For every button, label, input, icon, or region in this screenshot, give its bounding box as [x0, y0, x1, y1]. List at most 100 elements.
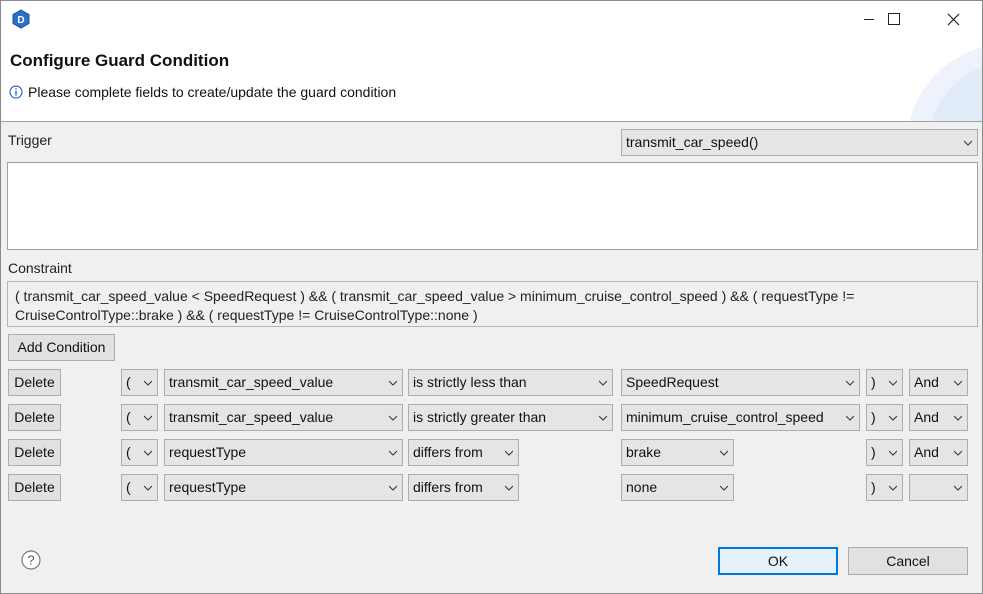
chevron-down-icon	[144, 380, 152, 386]
title-bar: D	[1, 1, 982, 37]
add-condition-button[interactable]: Add Condition	[8, 334, 115, 361]
trigger-text-area[interactable]	[7, 162, 978, 250]
chevron-down-icon	[846, 380, 854, 386]
delete-condition-button-value: Delete	[14, 409, 55, 425]
operator-select[interactable]: differs from	[408, 474, 519, 501]
operator-select[interactable]: differs from	[408, 439, 519, 466]
operator-select-value: is strictly less than	[413, 374, 527, 390]
delete-condition-button-value: Delete	[14, 374, 55, 390]
logic-select-value: And	[914, 444, 939, 460]
value-select[interactable]: minimum_cruise_control_speed	[621, 404, 860, 431]
svg-text:?: ?	[27, 553, 34, 568]
close-paren-select-value: )	[871, 374, 876, 390]
chevron-down-icon	[144, 450, 152, 456]
delete-condition-button[interactable]: Delete	[8, 474, 61, 501]
logic-select[interactable]	[909, 474, 968, 501]
app-icon-letter: D	[17, 15, 24, 26]
chevron-down-icon	[389, 415, 397, 421]
close-paren-select[interactable]: )	[866, 474, 903, 501]
logic-select-value: And	[914, 409, 939, 425]
chevron-down-icon	[389, 380, 397, 386]
chevron-down-icon	[599, 415, 607, 421]
info-icon	[9, 85, 23, 99]
variable-select[interactable]: requestType	[164, 439, 403, 466]
help-icon[interactable]: ?	[21, 550, 41, 570]
open-paren-select[interactable]: (	[121, 369, 158, 396]
delete-condition-button[interactable]: Delete	[8, 404, 61, 431]
chevron-down-icon	[954, 485, 962, 491]
operator-select-value: differs from	[413, 444, 483, 460]
open-paren-select[interactable]: (	[121, 474, 158, 501]
chevron-down-icon	[954, 450, 962, 456]
close-paren-select-value: )	[871, 409, 876, 425]
variable-select-value: requestType	[169, 444, 247, 460]
open-paren-select-value: (	[126, 409, 131, 425]
trigger-label: Trigger	[8, 132, 52, 148]
open-paren-select-value: (	[126, 374, 131, 390]
delete-condition-button-value: Delete	[14, 479, 55, 495]
chevron-down-icon	[599, 380, 607, 386]
trigger-select[interactable]: transmit_car_speed()	[621, 129, 978, 156]
logic-select[interactable]: And	[909, 369, 968, 396]
value-select[interactable]: brake	[621, 439, 734, 466]
variable-select-value: transmit_car_speed_value	[169, 374, 334, 390]
chevron-down-icon	[889, 450, 897, 456]
dialog-title: Configure Guard Condition	[10, 51, 230, 70]
value-select-value: none	[626, 479, 658, 495]
chevron-down-icon	[889, 415, 897, 421]
variable-select[interactable]: transmit_car_speed_value	[164, 404, 403, 431]
close-paren-select[interactable]: )	[866, 404, 903, 431]
value-select-value: minimum_cruise_control_speed	[626, 409, 824, 425]
logic-select-value: And	[914, 374, 939, 390]
operator-select-value: is strictly greater than	[413, 409, 547, 425]
chevron-down-icon	[889, 485, 897, 491]
header-message: Please complete fields to create/update …	[9, 84, 396, 100]
logic-select[interactable]: And	[909, 439, 968, 466]
close-paren-select[interactable]: )	[866, 369, 903, 396]
close-paren-select[interactable]: )	[866, 439, 903, 466]
logic-select[interactable]: And	[909, 404, 968, 431]
chevron-down-icon	[846, 415, 854, 421]
maximize-button[interactable]	[871, 1, 917, 37]
dialog-body: Trigger transmit_car_speed() Constraint …	[1, 122, 982, 593]
delete-condition-button[interactable]: Delete	[8, 439, 61, 466]
value-select[interactable]: SpeedRequest	[621, 369, 860, 396]
close-icon	[947, 13, 959, 25]
dialog-header: Configure Guard Condition Please complet…	[1, 37, 982, 121]
value-select[interactable]: none	[621, 474, 734, 501]
chevron-down-icon	[964, 140, 972, 146]
constraint-label: Constraint	[8, 260, 72, 276]
operator-select-value: differs from	[413, 479, 483, 495]
operator-select[interactable]: is strictly less than	[408, 369, 613, 396]
chevron-down-icon	[144, 485, 152, 491]
close-paren-select-value: )	[871, 444, 876, 460]
variable-select[interactable]: requestType	[164, 474, 403, 501]
header-banner-graphic	[910, 47, 982, 121]
value-select-value: SpeedRequest	[626, 374, 719, 390]
open-paren-select-value: (	[126, 479, 131, 495]
delete-condition-button[interactable]: Delete	[8, 369, 61, 396]
close-paren-select-value: )	[871, 479, 876, 495]
trigger-select-value: transmit_car_speed()	[626, 134, 759, 150]
chevron-down-icon	[505, 450, 513, 456]
variable-select-value: requestType	[169, 479, 247, 495]
chevron-down-icon	[720, 485, 728, 491]
dialog-window: D Configure Guard Condition Please compl…	[0, 0, 983, 594]
chevron-down-icon	[954, 380, 962, 386]
variable-select-value: transmit_car_speed_value	[169, 409, 334, 425]
close-window-button[interactable]	[930, 1, 976, 37]
operator-select[interactable]: is strictly greater than	[408, 404, 613, 431]
variable-select[interactable]: transmit_car_speed_value	[164, 369, 403, 396]
cancel-button[interactable]: Cancel	[848, 547, 968, 575]
ok-button[interactable]: OK	[718, 547, 838, 575]
maximize-icon	[888, 13, 900, 25]
app-logo-icon: D	[12, 9, 30, 29]
value-select-value: brake	[626, 444, 662, 460]
open-paren-select[interactable]: (	[121, 404, 158, 431]
chevron-down-icon	[954, 415, 962, 421]
chevron-down-icon	[505, 485, 513, 491]
chevron-down-icon	[889, 380, 897, 386]
delete-condition-button-value: Delete	[14, 444, 55, 460]
constraint-text: ( transmit_car_speed_value < SpeedReques…	[7, 281, 978, 327]
open-paren-select[interactable]: (	[121, 439, 158, 466]
